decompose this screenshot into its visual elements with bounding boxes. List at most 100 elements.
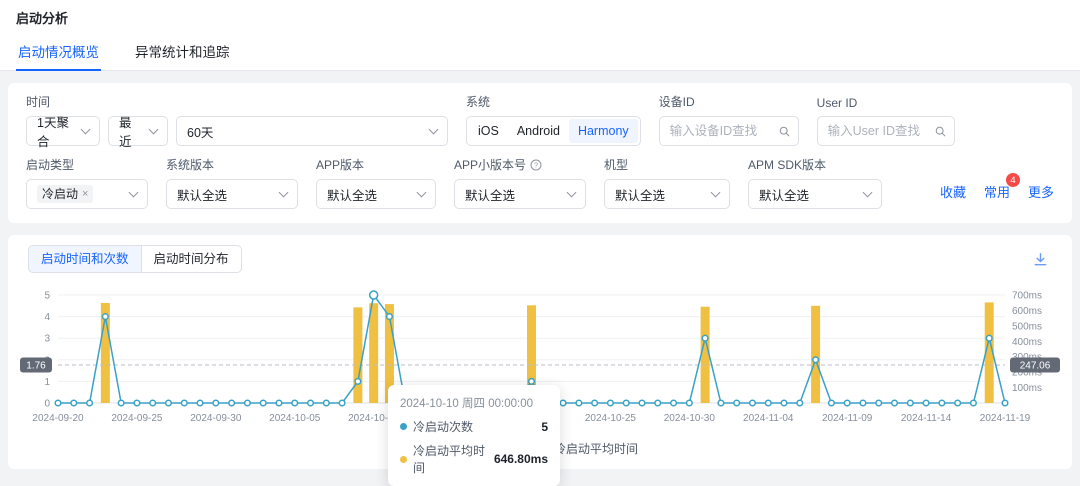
device-model-group: 机型 默认全选 xyxy=(604,156,730,209)
svg-text:100ms: 100ms xyxy=(1012,383,1042,394)
tooltip-row-avg-time: 冷启动平均时间 646.80ms xyxy=(400,442,548,476)
svg-text:4: 4 xyxy=(44,312,50,323)
favorite-button[interactable]: 收藏 xyxy=(940,182,966,201)
system-option-ios[interactable]: iOS xyxy=(469,119,508,143)
user-id-group: User ID xyxy=(817,96,955,146)
sdk-version-group: APM SDK版本 默认全选 xyxy=(748,156,882,209)
svg-text:400ms: 400ms xyxy=(1012,337,1042,348)
device-model-select[interactable]: 默认全选 xyxy=(604,179,730,209)
svg-text:2024-09-25: 2024-09-25 xyxy=(111,413,163,424)
system-filter-group: 系统 iOS Android Harmony xyxy=(466,93,641,146)
common-count-badge: 4 xyxy=(1006,173,1020,187)
chevron-down-icon xyxy=(863,187,873,197)
svg-text:0: 0 xyxy=(44,399,50,410)
system-option-android[interactable]: Android xyxy=(508,119,569,143)
tooltip-value-avg-time: 646.80ms xyxy=(494,452,548,466)
filter-panel: 时间 1天聚合 最近 60天 系统 iOS Android xyxy=(8,83,1072,223)
time-aggregation-value: 1天聚合 xyxy=(37,112,74,150)
chart-tab-time-distribution[interactable]: 启动时间分布 xyxy=(142,245,242,273)
launch-type-label: 启动类型 xyxy=(26,156,148,173)
common-filters-button[interactable]: 常用 4 xyxy=(984,182,1010,201)
app-minor-version-label-text: APP小版本号 xyxy=(454,156,526,173)
filter-row-1: 时间 1天聚合 最近 60天 系统 iOS Android xyxy=(26,93,1054,146)
app-minor-version-select[interactable]: 默认全选 xyxy=(454,179,586,209)
page-title: 启动分析 xyxy=(16,0,1064,31)
time-recent-select[interactable]: 最近 xyxy=(108,116,168,146)
time-filter-label: 时间 xyxy=(26,93,448,110)
svg-text:600ms: 600ms xyxy=(1012,306,1042,317)
app-version-group: APP版本 默认全选 xyxy=(316,156,436,209)
close-icon[interactable]: × xyxy=(82,187,88,201)
app-version-select[interactable]: 默认全选 xyxy=(316,179,436,209)
svg-text:2024-11-19: 2024-11-19 xyxy=(980,413,1031,424)
time-range-select[interactable]: 60天 xyxy=(176,116,448,146)
device-model-label: 机型 xyxy=(604,156,730,173)
chevron-down-icon xyxy=(81,124,91,134)
tab-exception-stats[interactable]: 异常统计和追踪 xyxy=(133,31,232,70)
app-version-label: APP版本 xyxy=(316,156,436,173)
svg-text:5: 5 xyxy=(44,291,50,302)
svg-text:2024-09-20: 2024-09-20 xyxy=(32,413,84,424)
svg-text:1.76: 1.76 xyxy=(26,360,46,371)
info-icon[interactable]: ? xyxy=(530,159,542,171)
svg-text:2024-10-25: 2024-10-25 xyxy=(585,413,637,424)
svg-text:2024-11-09: 2024-11-09 xyxy=(822,413,873,424)
chart-tab-time-and-count[interactable]: 启动时间和次数 xyxy=(28,245,142,273)
system-filter-label: 系统 xyxy=(466,93,641,110)
chevron-down-icon xyxy=(711,187,721,197)
app-minor-version-value: 默认全选 xyxy=(465,185,515,204)
launch-type-select[interactable]: 冷启动 × xyxy=(26,179,148,209)
app-minor-version-label: APP小版本号 ? xyxy=(454,156,586,173)
svg-text:500ms: 500ms xyxy=(1012,321,1042,332)
launch-chart-card: 启动时间和次数 启动时间分布 012345100ms200ms300ms400m… xyxy=(8,235,1072,469)
system-option-harmony[interactable]: Harmony xyxy=(569,119,638,143)
svg-text:247.06: 247.06 xyxy=(1020,360,1051,371)
tab-launch-overview[interactable]: 启动情况概览 xyxy=(16,31,101,70)
filter-row-2: 启动类型 冷启动 × 系统版本 默认全选 APP版本 默认全选 xyxy=(26,156,1054,209)
chevron-down-icon xyxy=(129,187,139,197)
launch-type-group: 启动类型 冷启动 × xyxy=(26,156,148,209)
os-version-value: 默认全选 xyxy=(177,185,227,204)
os-version-group: 系统版本 默认全选 xyxy=(166,156,298,209)
time-aggregation-select[interactable]: 1天聚合 xyxy=(26,116,100,146)
tooltip-date: 2024-10-10 周四 00:00:00 xyxy=(400,395,548,411)
chevron-down-icon xyxy=(567,187,577,197)
top-tab-bar: 启动情况概览 异常统计和追踪 xyxy=(0,31,1080,71)
download-icon xyxy=(1033,252,1048,267)
chart-header: 启动时间和次数 启动时间分布 xyxy=(20,245,1060,273)
chevron-down-icon xyxy=(417,187,427,197)
svg-text:1: 1 xyxy=(44,377,50,388)
time-filter-group: 时间 1天聚合 最近 60天 xyxy=(26,93,448,146)
common-filters-label: 常用 xyxy=(984,185,1010,200)
chevron-down-icon xyxy=(429,124,439,134)
search-icon[interactable] xyxy=(935,125,946,138)
svg-text:2024-10-30: 2024-10-30 xyxy=(664,413,716,424)
tooltip-label-count: 冷启动次数 xyxy=(413,418,473,435)
chevron-down-icon xyxy=(279,187,289,197)
sdk-version-value: 默认全选 xyxy=(759,185,809,204)
tooltip-row-count: 冷启动次数 5 xyxy=(400,418,548,435)
search-icon[interactable] xyxy=(779,125,790,138)
launch-type-tag: 冷启动 × xyxy=(37,185,93,203)
device-id-field xyxy=(659,116,799,146)
app-minor-version-group: APP小版本号 ? 默认全选 xyxy=(454,156,586,209)
device-id-input[interactable] xyxy=(670,124,771,138)
sdk-version-select[interactable]: 默认全选 xyxy=(748,179,882,209)
os-version-select[interactable]: 默认全选 xyxy=(166,179,298,209)
app-version-value: 默认全选 xyxy=(327,185,377,204)
more-button[interactable]: 更多 xyxy=(1028,182,1054,201)
svg-text:2024-09-30: 2024-09-30 xyxy=(190,413,242,424)
tooltip-label-avg-time: 冷启动平均时间 xyxy=(413,442,488,476)
user-id-input[interactable] xyxy=(828,124,927,138)
device-id-label: 设备ID xyxy=(659,93,799,110)
tooltip-dot-avg-time xyxy=(400,456,407,463)
device-id-group: 设备ID xyxy=(659,93,799,146)
launch-type-tag-text: 冷启动 xyxy=(42,187,78,201)
svg-text:?: ? xyxy=(534,160,538,169)
download-button[interactable] xyxy=(1029,248,1052,271)
chevron-down-icon xyxy=(149,124,159,134)
sdk-version-label: APM SDK版本 xyxy=(748,156,882,173)
svg-text:2024-11-14: 2024-11-14 xyxy=(901,413,952,424)
user-id-field xyxy=(817,116,955,146)
legend-label-avg-time: 冷启动平均时间 xyxy=(554,440,638,457)
